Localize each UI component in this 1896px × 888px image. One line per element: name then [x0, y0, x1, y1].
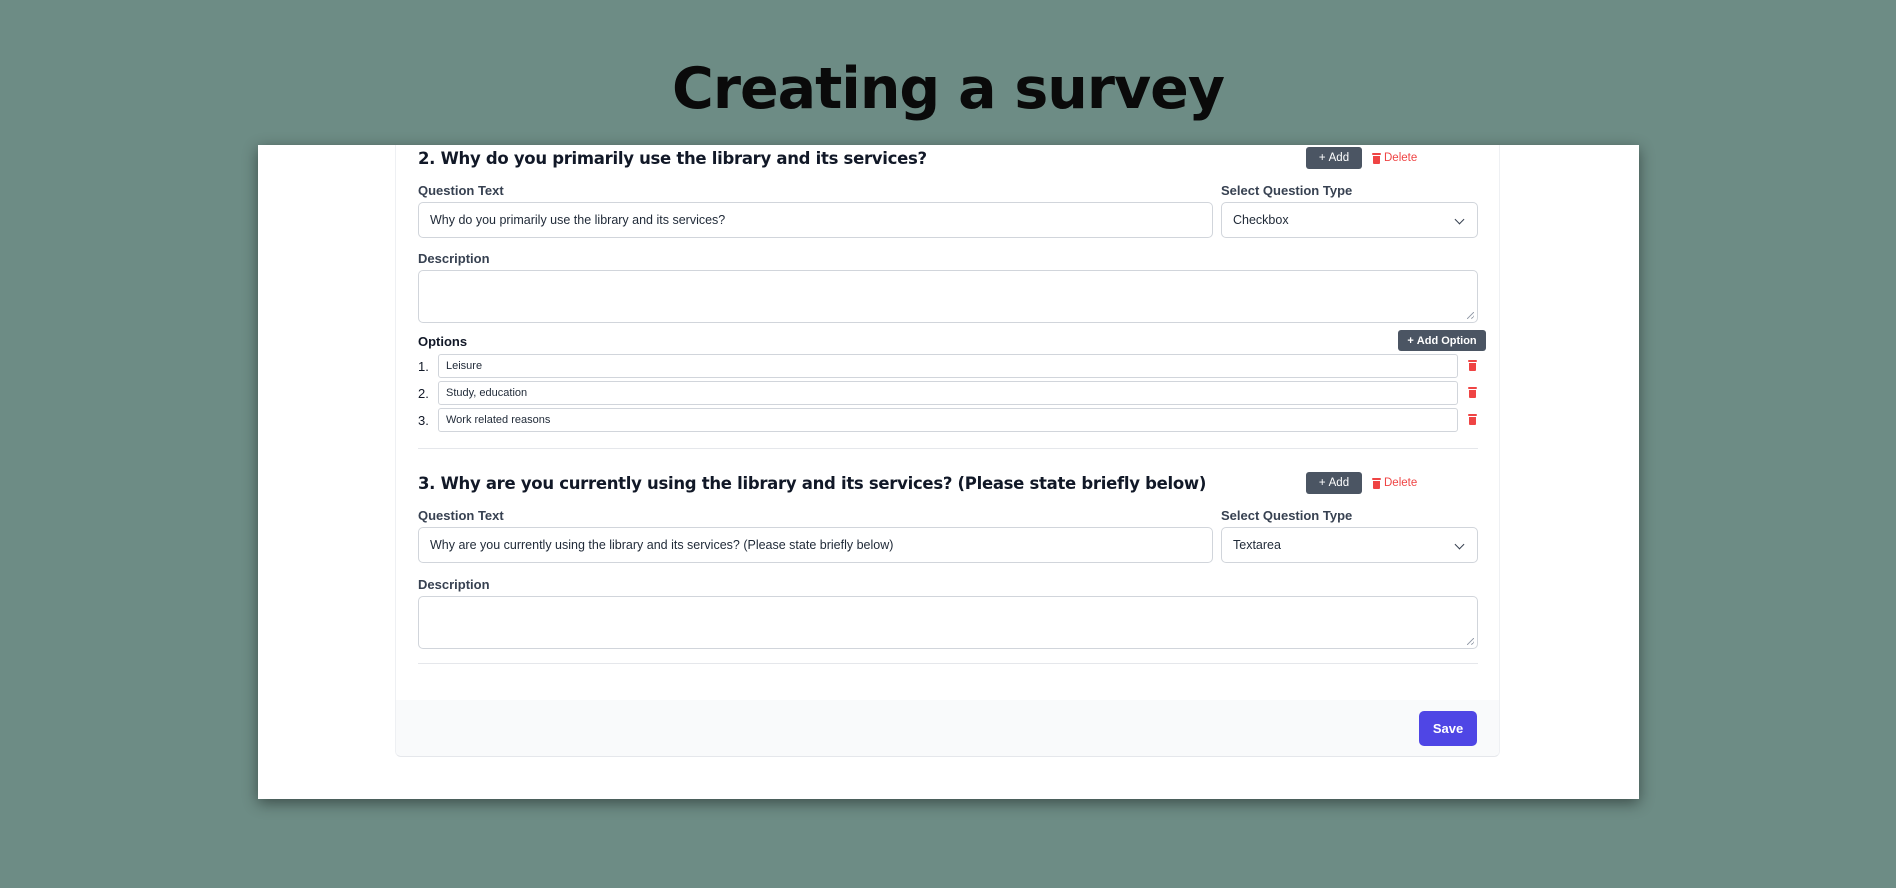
- question-title: 3. Why are you currently using the libra…: [418, 474, 1207, 493]
- plus-icon: +: [1318, 152, 1326, 164]
- option-number: 2.: [418, 386, 429, 401]
- page-heading: Creating a survey: [672, 56, 1225, 122]
- resize-handle-icon[interactable]: [1467, 638, 1474, 645]
- chevron-down-icon: [1454, 214, 1465, 225]
- plus-icon: +: [1318, 477, 1326, 489]
- option-number: 1.: [418, 359, 429, 374]
- option-input[interactable]: Study, education: [438, 381, 1458, 405]
- description-label: Description: [418, 251, 490, 266]
- delete-question-button[interactable]: Delete: [1372, 147, 1417, 169]
- question-type-select[interactable]: Checkbox: [1221, 202, 1478, 238]
- chevron-down-icon: [1454, 539, 1465, 550]
- description-textarea[interactable]: [418, 596, 1478, 649]
- add-question-button[interactable]: + Add: [1306, 147, 1362, 169]
- delete-option-trash-icon[interactable]: [1468, 387, 1477, 398]
- question-divider: [418, 663, 1478, 664]
- delete-label: Delete: [1384, 477, 1418, 489]
- question-title: 2. Why do you primarily use the library …: [418, 149, 927, 168]
- option-input[interactable]: Work related reasons: [438, 408, 1458, 432]
- question-type-value: Checkbox: [1233, 213, 1289, 227]
- option-input[interactable]: Leisure: [438, 354, 1458, 378]
- question-type-label: Select Question Type: [1221, 508, 1353, 523]
- app-window: 2. Why do you primarily use the library …: [258, 145, 1639, 799]
- description-textarea[interactable]: [418, 270, 1478, 323]
- resize-handle-icon[interactable]: [1467, 312, 1474, 319]
- question-type-label: Select Question Type: [1221, 183, 1353, 198]
- delete-question-button[interactable]: Delete: [1372, 472, 1417, 494]
- survey-editor-panel: 2. Why do you primarily use the library …: [395, 145, 1500, 757]
- description-label: Description: [418, 577, 490, 592]
- add-label: Add: [1328, 477, 1350, 489]
- option-number: 3.: [418, 413, 429, 428]
- delete-label: Delete: [1384, 152, 1418, 164]
- add-question-button[interactable]: + Add: [1306, 472, 1362, 494]
- question-text-input[interactable]: Why are you currently using the library …: [418, 527, 1213, 563]
- question-text-label: Question Text: [418, 508, 504, 523]
- add-option-label: Add Option: [1416, 334, 1477, 347]
- question-text-input[interactable]: Why do you primarily use the library and…: [418, 202, 1213, 238]
- question-type-value: Textarea: [1233, 538, 1281, 552]
- add-option-button[interactable]: + Add Option: [1398, 330, 1486, 351]
- options-label: Options: [418, 334, 468, 349]
- plus-icon: +: [1407, 334, 1414, 347]
- trash-icon: [1372, 477, 1381, 489]
- question-type-select[interactable]: Textarea: [1221, 527, 1478, 563]
- form-footer: [396, 700, 1499, 756]
- delete-option-trash-icon[interactable]: [1468, 360, 1477, 371]
- trash-icon: [1372, 152, 1381, 164]
- add-label: Add: [1328, 152, 1350, 164]
- save-button[interactable]: Save: [1419, 711, 1477, 746]
- question-divider: [418, 448, 1478, 449]
- delete-option-trash-icon[interactable]: [1468, 414, 1477, 425]
- question-text-label: Question Text: [418, 183, 504, 198]
